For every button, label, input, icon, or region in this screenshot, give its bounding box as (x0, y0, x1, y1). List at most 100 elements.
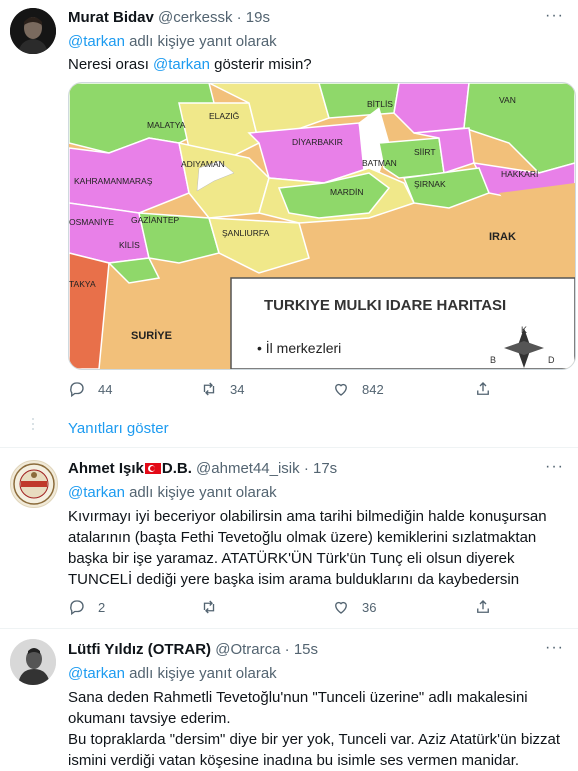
separator: · (236, 9, 242, 26)
reply-mention[interactable]: @tarkan (68, 484, 125, 501)
share-icon (477, 600, 489, 613)
like-button[interactable]: 842 (332, 380, 384, 398)
svg-text:VAN: VAN (499, 95, 516, 105)
reply-icon (70, 382, 84, 398)
author-name[interactable]: Murat Bidav (68, 9, 154, 26)
show-replies-link[interactable]: Yanıtları göster (68, 420, 169, 437)
author-name-part: Ahmet Işık (68, 460, 144, 477)
reply-button[interactable]: 44 (68, 380, 112, 398)
heart-icon (335, 383, 347, 396)
avatar[interactable] (10, 460, 58, 508)
svg-text:K: K (521, 325, 527, 335)
tweet-mention[interactable]: @tarkan (153, 56, 210, 73)
share-button[interactable] (474, 598, 492, 616)
reply-context: @tarkan adlı kişiye yanıt olarak (68, 33, 277, 50)
heart-icon (335, 601, 347, 614)
svg-text:ADIYAMAN: ADIYAMAN (181, 159, 225, 169)
svg-text:MALATYA: MALATYA (147, 120, 186, 130)
share-button[interactable] (474, 380, 492, 398)
more-icon[interactable]: ··· (545, 7, 564, 25)
svg-text:OSMANİYE: OSMANİYE (69, 217, 114, 227)
reply-count: 2 (98, 599, 106, 615)
retweet-icon (203, 600, 215, 614)
svg-text:DİYARBAKIR: DİYARBAKIR (292, 137, 343, 147)
tweet-text: Sana deden Rahmetli Tevetoğlu'nun "Tunce… (68, 687, 568, 771)
reply-count: 44 (98, 381, 113, 397)
tweet-actions: 44 34 842 (68, 380, 489, 404)
tweet-text: Neresi orası @tarkan gösterir misin? (68, 55, 568, 75)
author-handle[interactable]: @cerkessk (158, 9, 232, 26)
reply-icon (70, 600, 84, 616)
svg-text:KİLİS: KİLİS (119, 240, 140, 250)
avatar[interactable] (10, 639, 56, 685)
svg-text:TAKYA: TAKYA (69, 279, 96, 289)
share-icon (477, 382, 489, 395)
tweet-header: Lütfi Yıldız (OTRAR) @Otrarca · 15s (68, 641, 318, 658)
tweet-header: Murat Bidav @cerkessk · 19s (68, 9, 270, 26)
more-icon[interactable]: ··· (545, 458, 564, 476)
avatar-photo (10, 639, 56, 685)
svg-text:ŞIRNAK: ŞIRNAK (414, 179, 446, 189)
tweet-image-map[interactable]: TURKIYE MULKI IDARE HARITASI • İl merkez… (68, 82, 576, 370)
reply-context: @tarkan adlı kişiye yanıt olarak (68, 484, 277, 501)
tweet-text-part: Neresi orası (68, 56, 154, 73)
reply-mention[interactable]: @tarkan (68, 665, 125, 682)
retweet-button[interactable] (200, 598, 230, 616)
author-handle[interactable]: @ahmet44_isik (196, 460, 300, 477)
tweet-2[interactable]: Ahmet Işık D.B. @ahmet44_isik · 17s ··· @… (0, 448, 578, 628)
timestamp[interactable]: 17s (313, 460, 337, 477)
separator: · (303, 460, 309, 477)
svg-text:KAHRAMANMARAŞ: KAHRAMANMARAŞ (74, 176, 153, 186)
tweet-line: Bu topraklarda "dersim" diye bir yer yok… (68, 731, 561, 748)
like-button[interactable]: 36 (332, 598, 376, 616)
svg-text:B: B (490, 355, 496, 365)
svg-text:SURİYE: SURİYE (131, 329, 172, 342)
svg-text:ŞANLIURFA: ŞANLIURFA (222, 228, 270, 238)
author-handle[interactable]: @Otrarca (215, 641, 280, 658)
svg-text:IRAK: IRAK (489, 231, 516, 243)
turkey-flag-icon (144, 463, 161, 474)
svg-text:BİTLİS: BİTLİS (367, 99, 393, 109)
svg-text:MARDİN: MARDİN (330, 187, 364, 197)
svg-text:BATMAN: BATMAN (362, 158, 397, 168)
avatar-emblem (13, 463, 55, 505)
author-name[interactable]: Lütfi Yıldız (OTRAR) (68, 641, 211, 658)
reply-text: adlı kişiye yanıt olarak (124, 484, 277, 501)
more-icon[interactable]: ··· (545, 639, 564, 657)
tweet-line: okumanı tavsiye ederim. (68, 710, 231, 727)
like-count: 842 (362, 381, 384, 397)
map-svg: TURKIYE MULKI IDARE HARITASI • İl merkez… (69, 83, 575, 369)
tweet-line: TUNCELİ dediği yere başka isim arama bul… (68, 571, 520, 588)
timestamp[interactable]: 19s (246, 9, 270, 26)
reply-mention[interactable]: @tarkan (68, 33, 125, 50)
tweet-actions: 2 36 (68, 598, 489, 622)
map-legend-title: TURKIYE MULKI IDARE HARITASI (264, 297, 506, 314)
reply-context: @tarkan adlı kişiye yanıt olarak (68, 665, 277, 682)
tweet-line: Sana deden Rahmetli Tevetoğlu'nun "Tunce… (68, 689, 528, 706)
retweet-button[interactable]: 34 (200, 380, 244, 398)
like-count: 36 (362, 599, 377, 615)
reply-text: adlı kişiye yanıt olarak (124, 665, 277, 682)
tweet-3[interactable]: Lütfi Yıldız (OTRAR) @Otrarca · 15s ··· … (0, 629, 578, 769)
svg-text:HAKKARİ: HAKKARİ (501, 169, 538, 179)
tweet-line: ismini verdiği vatan köşesine inadına bu… (68, 752, 520, 769)
tweet-text-part: gösterir misin? (209, 56, 312, 73)
map-legend-item: • İl merkezleri (257, 339, 341, 356)
avatar[interactable] (10, 8, 56, 54)
timestamp[interactable]: 15s (294, 641, 318, 658)
avatar-photo (10, 8, 56, 54)
tweet-line: atalarının (başta Fethi Tevetoğlu olmak … (68, 529, 537, 546)
svg-text:D: D (548, 355, 555, 365)
author-name[interactable]: Ahmet Işık D.B. (68, 460, 192, 477)
tweet-text: Kıvırmayı iyi beceriyor olabilirsin ama … (68, 506, 568, 590)
retweet-icon (203, 382, 215, 396)
tweet-1[interactable]: Murat Bidav @cerkessk · 19s ··· @tarkan … (0, 0, 578, 410)
reply-text: adlı kişiye yanıt olarak (124, 33, 277, 50)
svg-text:GAZİANTEP: GAZİANTEP (131, 215, 180, 225)
tweet-line: Kıvırmayı iyi beceriyor olabilirsin ama … (68, 508, 547, 525)
tweet-line: başka bir işe yaramaz. ATATÜRK'ÜN Türk'ü… (68, 550, 515, 567)
svg-text:SİİRT: SİİRT (414, 147, 436, 157)
separator: · (284, 641, 290, 658)
svg-text:ELAZIĞ: ELAZIĞ (209, 111, 239, 121)
reply-button[interactable]: 2 (68, 598, 105, 616)
